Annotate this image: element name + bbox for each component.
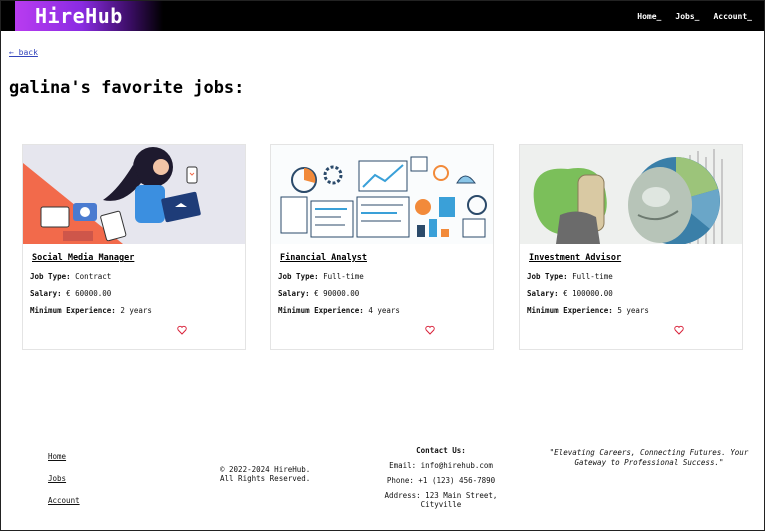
main-nav: Home_ Jobs_ Account_	[637, 1, 752, 31]
job-card: Financial Analyst Job Type: Full-time Sa…	[270, 144, 494, 350]
footer-link-account[interactable]: Account	[48, 496, 80, 505]
job-title[interactable]: Investment Advisor	[529, 253, 621, 263]
social-media-illustration-icon	[23, 145, 245, 244]
job-title[interactable]: Social Media Manager	[32, 253, 134, 263]
job-type-row: Job Type: Full-time	[527, 272, 613, 281]
finance-infographic-illustration-icon	[271, 145, 493, 244]
tagline: "Elevating Careers, Connecting Futures. …	[549, 448, 749, 467]
nav-jobs[interactable]: Jobs_	[675, 12, 699, 21]
page-title: galina's favorite jobs:	[9, 78, 245, 98]
job-card: Social Media Manager Job Type: Contract …	[22, 144, 246, 350]
favorite-heart-icon[interactable]	[177, 325, 187, 335]
back-link[interactable]: ← back	[9, 48, 38, 57]
footer-link-jobs[interactable]: Jobs	[48, 474, 80, 483]
job-type-row: Job Type: Contract	[30, 272, 112, 281]
salary-row: Salary: € 90000.00	[278, 289, 360, 298]
experience-row: Minimum Experience: 2 years	[30, 306, 152, 315]
contact-info: Contact Us: Email: info@hirehub.com Phon…	[362, 446, 520, 515]
nav-home[interactable]: Home_	[637, 12, 661, 21]
banknote-pie-chart-illustration-icon	[520, 145, 742, 244]
favorite-heart-icon[interactable]	[674, 325, 684, 335]
salary-row: Salary: € 100000.00	[527, 289, 613, 298]
salary-row: Salary: € 60000.00	[30, 289, 112, 298]
hirehub-logo[interactable]: HireHub	[15, 1, 163, 31]
job-type-row: Job Type: Full-time	[278, 272, 364, 281]
contact-address: Address: 123 Main Street, Cityville	[384, 491, 498, 509]
footer-link-home[interactable]: Home	[48, 452, 80, 461]
top-navbar: HireHub Home_ Jobs_ Account_	[1, 1, 764, 31]
contact-heading: Contact Us:	[416, 446, 466, 455]
job-card: Investment Advisor Job Type: Full-time S…	[519, 144, 743, 350]
experience-row: Minimum Experience: 4 years	[278, 306, 400, 315]
footer-nav: Home Jobs Account	[48, 452, 80, 518]
contact-phone: Phone: +1 (123) 456-7890	[386, 476, 496, 485]
nav-account[interactable]: Account_	[713, 12, 752, 21]
favorite-heart-icon[interactable]	[425, 325, 435, 335]
contact-email: Email: info@hirehub.com	[389, 461, 493, 470]
job-title[interactable]: Financial Analyst	[280, 253, 367, 263]
experience-row: Minimum Experience: 5 years	[527, 306, 649, 315]
copyright: © 2022-2024 HireHub. All Rights Reserved…	[220, 465, 311, 483]
